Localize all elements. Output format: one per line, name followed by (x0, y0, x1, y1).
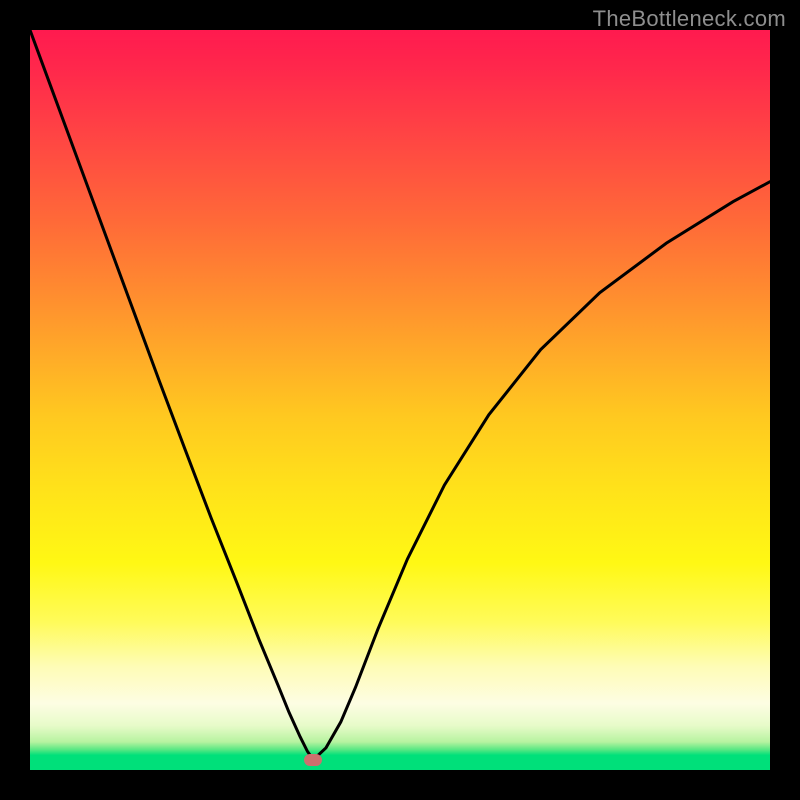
plot-area (30, 30, 770, 770)
minimum-marker (304, 754, 322, 766)
watermark-text: TheBottleneck.com (593, 6, 786, 32)
chart-frame: TheBottleneck.com (0, 0, 800, 800)
bottleneck-curve (30, 30, 770, 770)
curve-path (30, 30, 770, 760)
